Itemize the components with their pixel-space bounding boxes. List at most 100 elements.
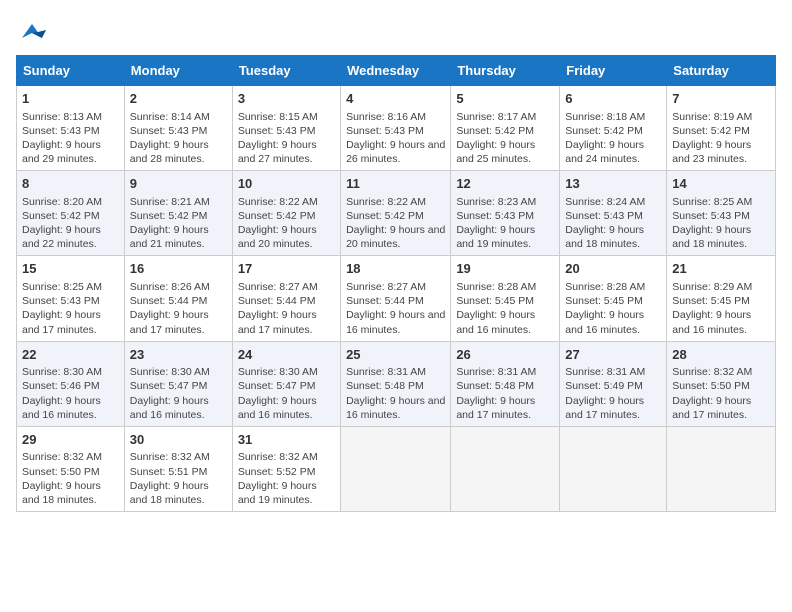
calendar-day-cell: 13 Sunrise: 8:24 AMSunset: 5:43 PMDayligh… (560, 171, 667, 256)
calendar-day-cell: 23Sunrise: 8:30 AMSunset: 5:47 PMDayligh… (124, 341, 232, 426)
calendar-week-row: 29Sunrise: 8:32 AMSunset: 5:50 PMDayligh… (17, 426, 776, 511)
day-number: 23 (130, 346, 227, 364)
day-number: 16 (130, 260, 227, 278)
weekday-header-cell: Wednesday (341, 56, 451, 86)
calendar-day-cell: 16 Sunrise: 8:26 AMSunset: 5:44 PMDayligh… (124, 256, 232, 341)
calendar-day-cell: 19 Sunrise: 8:28 AMSunset: 5:45 PMDayligh… (451, 256, 560, 341)
day-number: 24 (238, 346, 335, 364)
day-info: Sunrise: 8:28 AMSunset: 5:45 PMDaylight:… (565, 280, 661, 337)
logo (16, 20, 46, 47)
day-number: 19 (456, 260, 554, 278)
calendar-day-cell: 8 Sunrise: 8:20 AMSunset: 5:42 PMDaylight… (17, 171, 125, 256)
day-number: 10 (238, 175, 335, 193)
day-info: Sunrise: 8:25 AMSunset: 5:43 PMDaylight:… (672, 195, 770, 252)
day-info: Sunrise: 8:13 AMSunset: 5:43 PMDaylight:… (22, 110, 119, 167)
calendar-day-cell: 24Sunrise: 8:30 AMSunset: 5:47 PMDayligh… (232, 341, 340, 426)
day-info: Sunrise: 8:32 AMSunset: 5:52 PMDaylight:… (238, 450, 335, 507)
calendar-day-cell: 18 Sunrise: 8:27 AMSunset: 5:44 PMDayligh… (341, 256, 451, 341)
day-info: Sunrise: 8:22 AMSunset: 5:42 PMDaylight:… (238, 195, 335, 252)
day-info: Sunrise: 8:14 AMSunset: 5:43 PMDaylight:… (130, 110, 227, 167)
day-info: Sunrise: 8:31 AMSunset: 5:49 PMDaylight:… (565, 365, 661, 422)
day-info: Sunrise: 8:26 AMSunset: 5:44 PMDaylight:… (130, 280, 227, 337)
day-number: 17 (238, 260, 335, 278)
weekday-header-cell: Tuesday (232, 56, 340, 86)
day-number: 28 (672, 346, 770, 364)
calendar-day-cell: 7 Sunrise: 8:19 AMSunset: 5:42 PMDaylight… (667, 86, 776, 171)
calendar-day-cell: 11Sunrise: 8:22 AMSunset: 5:42 PMDayligh… (341, 171, 451, 256)
day-number: 22 (22, 346, 119, 364)
day-info: Sunrise: 8:19 AMSunset: 5:42 PMDaylight:… (672, 110, 770, 167)
day-number: 1 (22, 90, 119, 108)
day-number: 18 (346, 260, 445, 278)
day-number: 14 (672, 175, 770, 193)
calendar-day-cell: 30Sunrise: 8:32 AMSunset: 5:51 PMDayligh… (124, 426, 232, 511)
calendar-day-cell: 4Sunrise: 8:16 AMSunset: 5:43 PMDaylight… (341, 86, 451, 171)
calendar-day-cell: 27Sunrise: 8:31 AMSunset: 5:49 PMDayligh… (560, 341, 667, 426)
day-info: Sunrise: 8:32 AMSunset: 5:50 PMDaylight:… (672, 365, 770, 422)
day-number: 30 (130, 431, 227, 449)
day-info: Sunrise: 8:21 AMSunset: 5:42 PMDaylight:… (130, 195, 227, 252)
calendar-day-cell: 29Sunrise: 8:32 AMSunset: 5:50 PMDayligh… (17, 426, 125, 511)
calendar-day-cell: 31Sunrise: 8:32 AMSunset: 5:52 PMDayligh… (232, 426, 340, 511)
day-number: 12 (456, 175, 554, 193)
calendar-day-cell: 5 Sunrise: 8:17 AMSunset: 5:42 PMDaylight… (451, 86, 560, 171)
day-number: 26 (456, 346, 554, 364)
day-number: 3 (238, 90, 335, 108)
weekday-header-cell: Friday (560, 56, 667, 86)
calendar-body: 1 Sunrise: 8:13 AMSunset: 5:43 PMDaylight… (17, 86, 776, 512)
day-number: 11 (346, 175, 445, 193)
calendar-day-cell: 2 Sunrise: 8:14 AMSunset: 5:43 PMDaylight… (124, 86, 232, 171)
day-number: 9 (130, 175, 227, 193)
calendar-day-cell (451, 426, 560, 511)
day-info: Sunrise: 8:18 AMSunset: 5:42 PMDaylight:… (565, 110, 661, 167)
calendar-day-cell: 22Sunrise: 8:30 AMSunset: 5:46 PMDayligh… (17, 341, 125, 426)
calendar-day-cell: 14 Sunrise: 8:25 AMSunset: 5:43 PMDayligh… (667, 171, 776, 256)
day-number: 31 (238, 431, 335, 449)
calendar-day-cell (560, 426, 667, 511)
calendar-day-cell: 6Sunrise: 8:18 AMSunset: 5:42 PMDaylight… (560, 86, 667, 171)
day-info: Sunrise: 8:17 AMSunset: 5:42 PMDaylight:… (456, 110, 554, 167)
calendar-day-cell: 21Sunrise: 8:29 AMSunset: 5:45 PMDayligh… (667, 256, 776, 341)
day-info: Sunrise: 8:32 AMSunset: 5:50 PMDaylight:… (22, 450, 119, 507)
day-number: 20 (565, 260, 661, 278)
day-info: Sunrise: 8:30 AMSunset: 5:47 PMDaylight:… (130, 365, 227, 422)
day-info: Sunrise: 8:28 AMSunset: 5:45 PMDaylight:… (456, 280, 554, 337)
calendar-day-cell (667, 426, 776, 511)
day-info: Sunrise: 8:23 AMSunset: 5:43 PMDaylight:… (456, 195, 554, 252)
calendar-day-cell: 1 Sunrise: 8:13 AMSunset: 5:43 PMDaylight… (17, 86, 125, 171)
day-info: Sunrise: 8:25 AMSunset: 5:43 PMDaylight:… (22, 280, 119, 337)
day-number: 25 (346, 346, 445, 364)
calendar-day-cell: 3Sunrise: 8:15 AMSunset: 5:43 PMDaylight… (232, 86, 340, 171)
day-info: Sunrise: 8:24 AMSunset: 5:43 PMDaylight:… (565, 195, 661, 252)
calendar-day-cell: 20 Sunrise: 8:28 AMSunset: 5:45 PMDayligh… (560, 256, 667, 341)
header (16, 16, 776, 47)
calendar-table: SundayMondayTuesdayWednesdayThursdayFrid… (16, 55, 776, 512)
day-info: Sunrise: 8:27 AMSunset: 5:44 PMDaylight:… (346, 280, 445, 337)
calendar-day-cell: 12 Sunrise: 8:23 AMSunset: 5:43 PMDayligh… (451, 171, 560, 256)
day-info: Sunrise: 8:16 AMSunset: 5:43 PMDaylight:… (346, 110, 445, 167)
calendar-day-cell: 9 Sunrise: 8:21 AMSunset: 5:42 PMDaylight… (124, 171, 232, 256)
day-info: Sunrise: 8:31 AMSunset: 5:48 PMDaylight:… (346, 365, 445, 422)
weekday-header-cell: Monday (124, 56, 232, 86)
calendar-day-cell: 25Sunrise: 8:31 AMSunset: 5:48 PMDayligh… (341, 341, 451, 426)
weekday-header-cell: Thursday (451, 56, 560, 86)
day-info: Sunrise: 8:31 AMSunset: 5:48 PMDaylight:… (456, 365, 554, 422)
day-info: Sunrise: 8:27 AMSunset: 5:44 PMDaylight:… (238, 280, 335, 337)
day-info: Sunrise: 8:30 AMSunset: 5:47 PMDaylight:… (238, 365, 335, 422)
calendar-week-row: 15Sunrise: 8:25 AMSunset: 5:43 PMDayligh… (17, 256, 776, 341)
calendar-week-row: 1 Sunrise: 8:13 AMSunset: 5:43 PMDaylight… (17, 86, 776, 171)
day-number: 8 (22, 175, 119, 193)
day-number: 5 (456, 90, 554, 108)
weekday-header-cell: Saturday (667, 56, 776, 86)
day-number: 29 (22, 431, 119, 449)
day-info: Sunrise: 8:20 AMSunset: 5:42 PMDaylight:… (22, 195, 119, 252)
day-info: Sunrise: 8:32 AMSunset: 5:51 PMDaylight:… (130, 450, 227, 507)
day-info: Sunrise: 8:29 AMSunset: 5:45 PMDaylight:… (672, 280, 770, 337)
day-number: 2 (130, 90, 227, 108)
calendar-week-row: 8 Sunrise: 8:20 AMSunset: 5:42 PMDaylight… (17, 171, 776, 256)
day-number: 7 (672, 90, 770, 108)
day-number: 13 (565, 175, 661, 193)
weekday-header-cell: Sunday (17, 56, 125, 86)
calendar-day-cell: 17 Sunrise: 8:27 AMSunset: 5:44 PMDayligh… (232, 256, 340, 341)
calendar-week-row: 22Sunrise: 8:30 AMSunset: 5:46 PMDayligh… (17, 341, 776, 426)
